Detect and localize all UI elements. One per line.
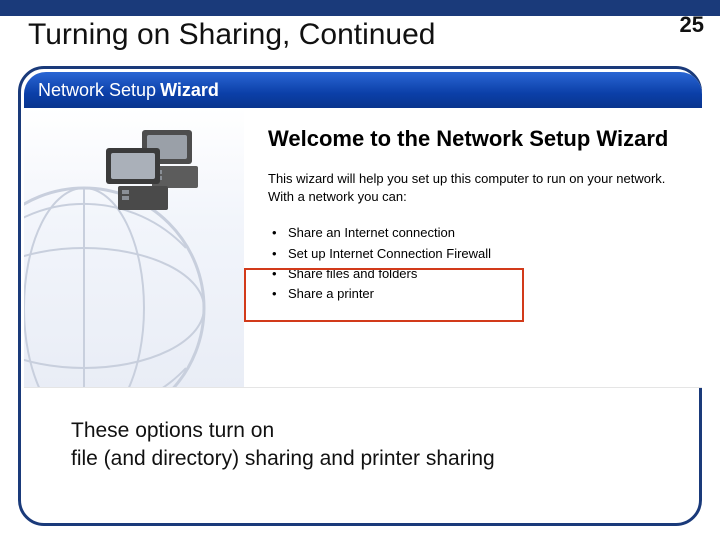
wizard-bullet: Share files and folders: [272, 264, 680, 284]
wizard-sidebar: [24, 108, 244, 387]
wizard-intro-text: This wizard will help you set up this co…: [268, 170, 680, 205]
slide-title: Turning on Sharing, Continued: [28, 18, 436, 52]
slide-caption: These options turn on file (and director…: [71, 417, 495, 474]
wizard-bullet: Share an Internet connection: [272, 223, 680, 243]
caption-line-2: file (and directory) sharing and printer…: [71, 447, 495, 470]
slide-top-accent: [0, 0, 720, 16]
slide-frame: Network Setup Wizard: [18, 66, 702, 526]
wizard-titlebar: Network Setup Wizard: [24, 72, 702, 108]
slide: Turning on Sharing, Continued 25 Network…: [0, 0, 720, 540]
wizard-titlebar-prefix: Network Setup: [38, 80, 156, 101]
caption-line-1: These options turn on: [71, 419, 274, 442]
wizard-bullet: Share a printer: [272, 284, 680, 304]
page-number: 25: [680, 12, 704, 38]
wizard-body: Welcome to the Network Setup Wizard This…: [24, 108, 702, 387]
wizard-heading: Welcome to the Network Setup Wizard: [268, 126, 680, 152]
wizard-bullet-list: Share an Internet connection Set up Inte…: [268, 223, 680, 304]
computers-icon: [100, 126, 210, 212]
network-setup-wizard-window: Network Setup Wizard: [24, 72, 702, 388]
wizard-content: Welcome to the Network Setup Wizard This…: [244, 108, 702, 387]
wizard-titlebar-suffix: Wizard: [160, 80, 219, 101]
wizard-bullet: Set up Internet Connection Firewall: [272, 244, 680, 264]
